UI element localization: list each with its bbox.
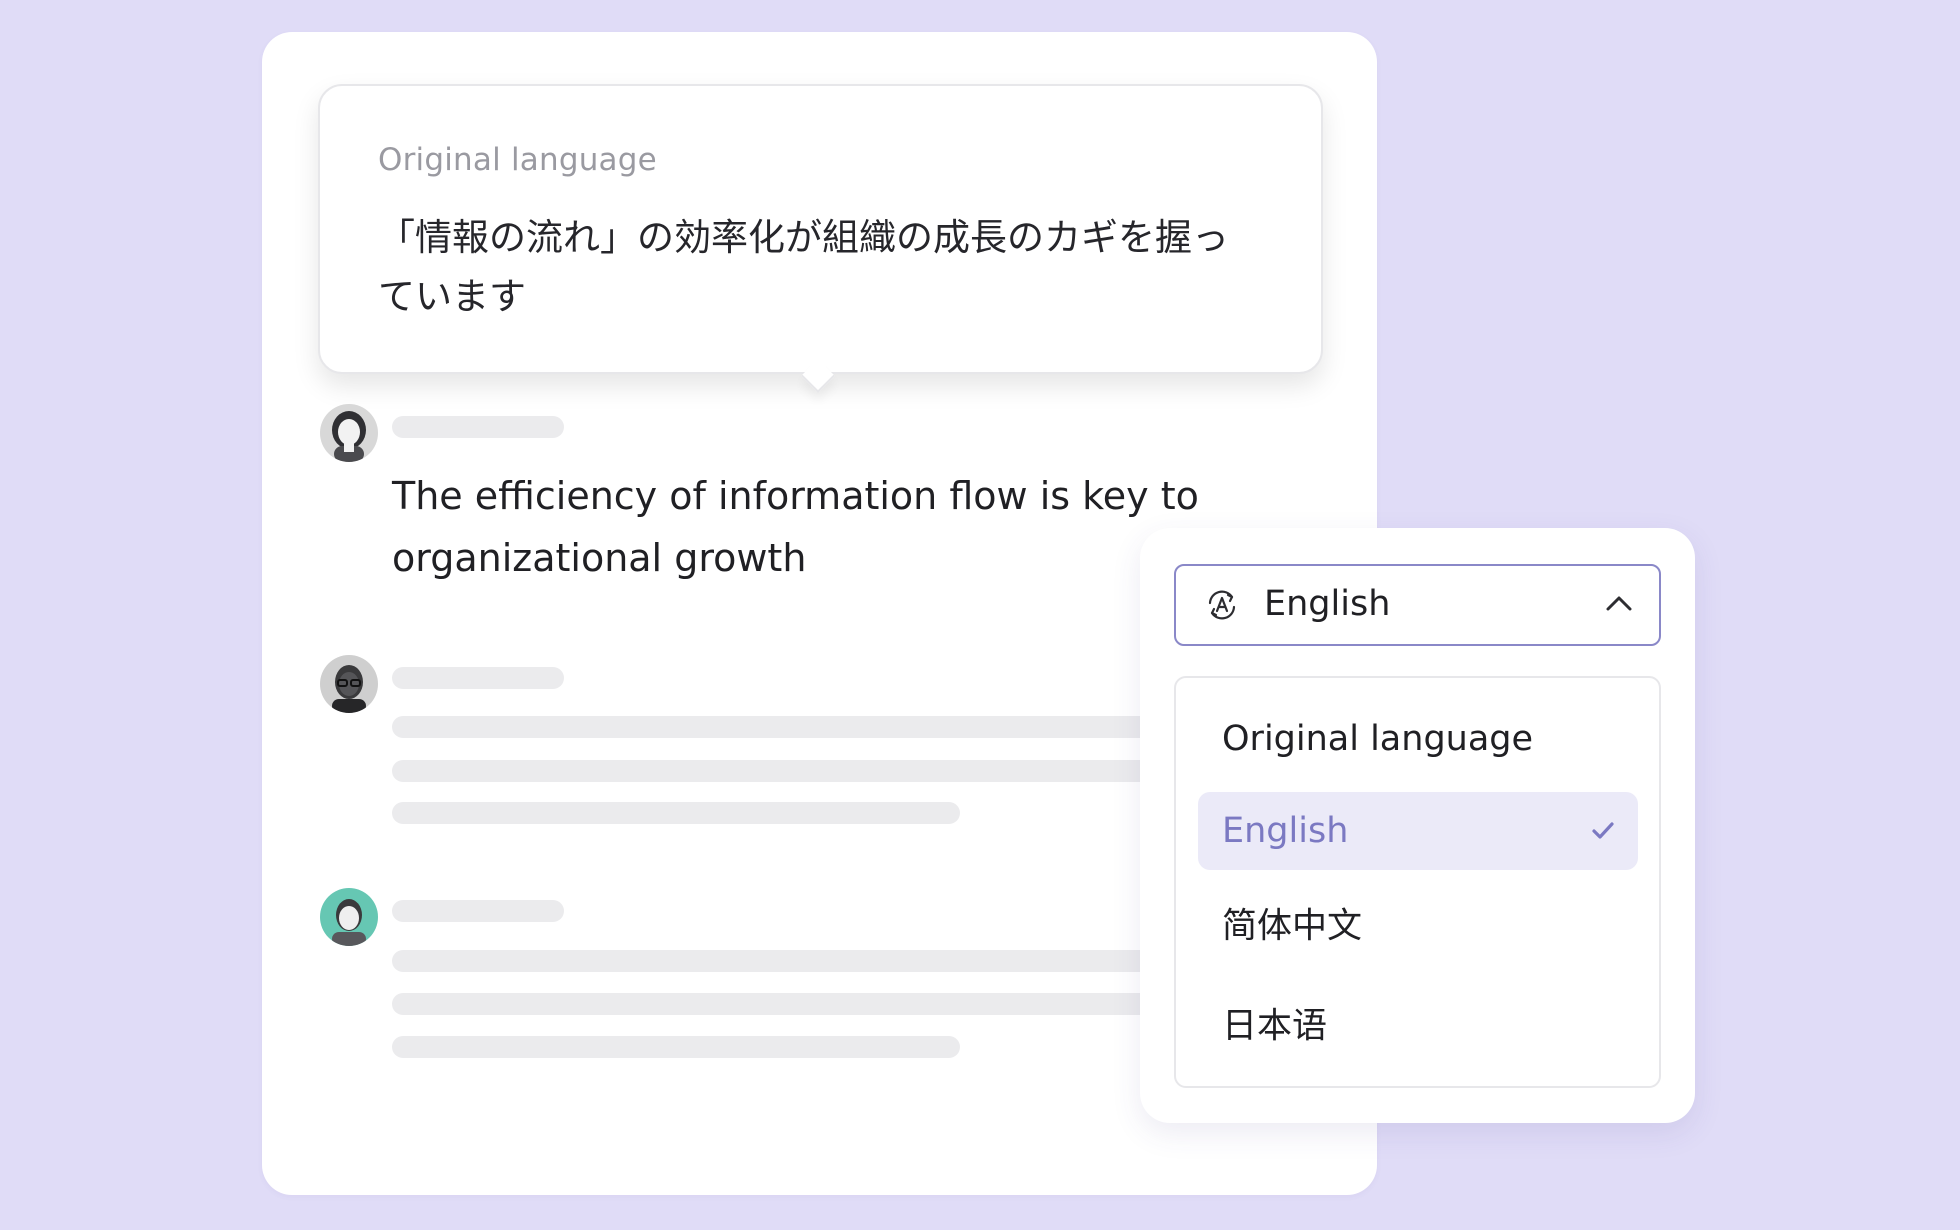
avatar-woman-icon	[320, 404, 378, 462]
author-name-placeholder	[392, 900, 564, 922]
original-language-text: 「情報の流れ」の効率化が組織の成長のカギを握っています	[378, 216, 1229, 318]
language-option-original[interactable]: Original language	[1198, 700, 1638, 778]
message-line-placeholder	[392, 993, 1152, 1015]
avatar[interactable]	[320, 655, 378, 713]
language-option-english[interactable]: English	[1198, 792, 1638, 870]
original-language-tooltip: Original language 「情報の流れ」の効率化が組織の成長のカギを握…	[318, 84, 1323, 374]
language-option-label: 简体中文	[1222, 906, 1363, 947]
language-options-list: Original language English 简体中文 日本语	[1174, 676, 1661, 1088]
language-option-label: 日本语	[1222, 1006, 1328, 1047]
language-option-chinese[interactable]: 简体中文	[1198, 884, 1638, 962]
translate-icon	[1208, 590, 1236, 620]
selected-language-label: English	[1264, 584, 1391, 624]
language-option-label: English	[1222, 811, 1349, 851]
avatar-man-glasses-icon	[320, 655, 378, 713]
message-line-placeholder	[392, 760, 1152, 782]
check-icon	[1592, 822, 1614, 839]
translated-message-text: The efficiency of information flow is ke…	[392, 474, 1199, 580]
avatar[interactable]	[320, 404, 378, 462]
original-language-label: Original language	[378, 142, 657, 178]
language-option-label: Original language	[1222, 719, 1534, 759]
message-line-placeholder	[392, 802, 960, 824]
author-name-placeholder	[392, 416, 564, 438]
message-line-placeholder	[392, 1036, 960, 1058]
message-line-placeholder	[392, 950, 1152, 972]
author-name-placeholder	[392, 667, 564, 689]
language-select[interactable]: English	[1174, 564, 1661, 646]
chevron-up-icon[interactable]	[1605, 593, 1633, 613]
message-line-placeholder	[392, 716, 1152, 738]
avatar-man-green-background-icon	[320, 888, 378, 946]
language-dropdown-panel: English Original language English 简体中文 日…	[1140, 528, 1695, 1123]
avatar[interactable]	[320, 888, 378, 946]
language-option-japanese[interactable]: 日本语	[1198, 984, 1638, 1062]
